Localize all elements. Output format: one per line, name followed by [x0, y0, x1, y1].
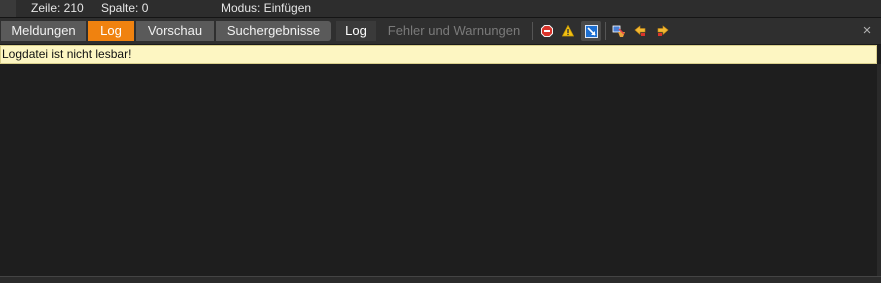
toolbar-separator: [532, 22, 533, 40]
tab-log[interactable]: Log: [88, 21, 134, 41]
mode-indicator: Modus: Einfügen: [221, 1, 312, 15]
line-indicator: Zeile: 210: [31, 1, 84, 15]
tab-vorschau[interactable]: Vorschau: [136, 21, 214, 41]
vertical-scrollbar[interactable]: [877, 64, 881, 276]
subtab-log[interactable]: Log: [336, 21, 376, 41]
warning-icon[interactable]: [558, 21, 578, 41]
status-bar: Zeile: 210 Spalte: 0 Modus: Einfügen: [0, 0, 881, 18]
bottom-resize-bar[interactable]: [0, 276, 881, 283]
clear-log-icon[interactable]: [609, 21, 629, 41]
log-panel-window: Zeile: 210 Spalte: 0 Modus: Einfügen Mel…: [0, 0, 881, 283]
log-error-message: Logdatei ist nicht lesbar!: [0, 45, 877, 64]
previous-arrow-icon[interactable]: [630, 21, 650, 41]
subtab-fehler-und-warnungen[interactable]: Fehler und Warnungen: [379, 21, 529, 41]
status-bar-gutter: [0, 0, 16, 17]
tab-meldungen[interactable]: Meldungen: [1, 21, 86, 41]
toolbar-separator: [605, 22, 606, 40]
close-icon[interactable]: ×: [859, 21, 875, 41]
column-indicator: Spalte: 0: [101, 1, 149, 15]
next-arrow-icon[interactable]: [653, 21, 673, 41]
info-toggle-icon[interactable]: [581, 21, 601, 41]
stop-error-icon[interactable]: [537, 21, 557, 41]
log-content-area[interactable]: [0, 64, 881, 276]
panel-tab-strip: Meldungen Log Vorschau Suchergebnisse Lo…: [0, 18, 881, 45]
tab-suchergebnisse[interactable]: Suchergebnisse: [216, 21, 331, 41]
